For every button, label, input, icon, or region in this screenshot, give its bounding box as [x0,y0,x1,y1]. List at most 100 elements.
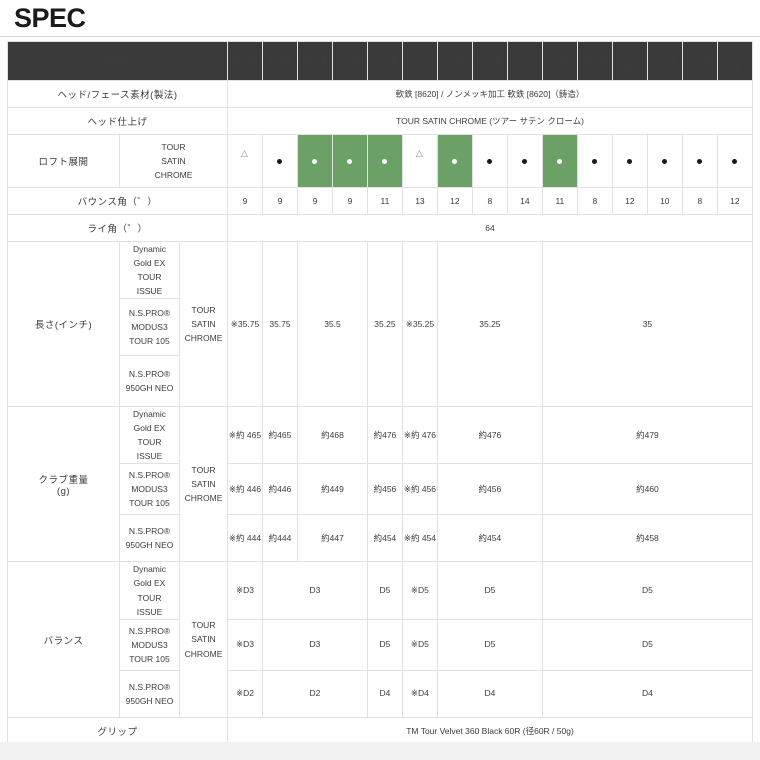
column-header: 56 LB [471,41,508,82]
balance-value: D3 [262,561,368,620]
shaft-line1: N.S.PRO® [128,308,171,319]
row-balance-shaft-2: N.S.PRO® MODUS3 TOUR 105 ※D3 D3 D5 ※D5 D… [8,618,754,671]
column-header: 54 HB [401,41,438,82]
cell-grip-value: TM Tour Velvet 360 Black 60R (径60R / 50g… [227,716,753,745]
cell-finish-value: TOUR SATIN CHROME (ツアー サテン クローム) [227,107,753,136]
shaft-line3: TOUR 105 [129,498,170,509]
loft-cell-56sb [436,134,473,189]
column-header-line1: 56 SB [442,56,467,67]
finish-line1: TOUR [191,620,216,631]
bounce-value: 9 [262,187,298,216]
column-header-line1: 58 LB [583,56,607,67]
column-header-line1: 58 SB [547,56,572,67]
loft-cell-56lb [471,134,508,189]
column-header-line1: 60 LB [688,56,712,67]
bounce-value: 8 [576,187,613,216]
shaft-label-950gh: N.S.PRO® 950GH NEO [119,669,180,718]
shaft-line3: TOUR [137,437,162,448]
finish-line3: CHROME [184,493,223,504]
balance-value: D2 [262,669,368,718]
table-header: HEAD 46 SB 48 SB 50 SB 52 SB 54 SB 54 HB… [6,41,754,82]
dot-icon [697,159,703,165]
cell-material-value: 軟鉄 [8620] / ノンメッキ加工 軟鉄 [8620]（鋳造） [227,80,753,109]
balance-value: D5 [366,561,403,620]
loft-cell-46sb [227,134,263,189]
finish-line3: CHROME [154,170,193,181]
finish-line3: CHROME [184,333,223,344]
shaft-line2: 950GH NEO [125,695,174,706]
dot-icon [592,159,598,165]
shaft-label-950gh: N.S.PRO® 950GH NEO [119,355,180,408]
bounce-value: 12 [436,187,473,216]
column-header: 56 SB [436,41,473,82]
weight-value: 約476 [366,406,403,465]
weight-value: ※約 454 [401,514,438,563]
dot-icon [452,159,458,165]
bounce-value: 9 [227,187,263,216]
weight-value: 約449 [296,463,368,516]
dot-icon [382,159,388,165]
bounce-value: 9 [296,187,333,216]
shaft-line1: N.S.PRO® [128,681,171,692]
dot-icon [557,159,563,165]
shaft-line1: Dynamic [132,244,167,255]
balance-value: D4 [541,669,754,718]
shaft-line1: N.S.PRO® [128,625,171,636]
bounce-value: 12 [611,187,648,216]
row-label-material: ヘッド/フェース素材(製法) [6,80,229,109]
finish-line1: TOUR [191,305,216,316]
page-title: SPEC [14,3,86,33]
spec-table: HEAD 46 SB 48 SB 50 SB 52 SB 54 SB 54 HB… [6,41,754,745]
weight-value: ※約 476 [401,406,438,465]
balance-value: D5 [436,618,543,671]
shaft-line1: Dynamic [132,409,167,420]
length-value: ※35.25 [401,241,438,408]
bounce-value: 11 [541,187,578,216]
triangle-icon [241,149,248,164]
loft-cell-54hb [401,134,438,189]
row-label-grip: グリップ [6,716,229,745]
shaft-line2: Gold EX [133,258,166,269]
balance-value: ※D5 [401,618,438,671]
column-header-line1: 48 SB [267,56,293,67]
finish-line1: TOUR [191,465,216,476]
shaft-label-dg-ex: Dynamic Gold EX TOUR ISSUE [119,241,180,300]
balance-value: D4 [436,669,543,718]
loft-cell-52sb [331,134,368,189]
column-header: 56 HB [506,41,543,82]
row-label-balance: バランス [7,561,120,718]
header-head-label: HEAD [6,41,229,82]
shaft-line2: MODUS3 [131,484,168,495]
shaft-line4: ISSUE [136,451,163,462]
balance-value: D5 [541,618,754,671]
shaft-line3: TOUR [137,592,162,603]
column-header-line2: HB [413,61,427,72]
shaft-line2: 950GH NEO [125,383,174,394]
shaft-label-950gh: N.S.PRO® 950GH NEO [119,514,180,563]
column-header-line1: 54 [415,50,425,61]
length-value: 35 [541,241,754,408]
balance-value: ※D3 [227,561,263,620]
row-label-finish: ヘッド仕上げ [6,107,229,136]
cell-lie-value: 64 [227,214,753,243]
loft-cell-58hb [611,134,648,189]
balance-value: D5 [366,618,403,671]
shaft-line1: N.S.PRO® [128,526,171,537]
loft-cell-60lb [681,134,718,189]
column-header-line1: 60 SB [652,56,677,67]
weight-value: 約454 [366,514,403,563]
cell-length-finish: TOUR SATIN CHROME [178,241,229,408]
length-value: 35.75 [262,241,298,408]
dot-icon [662,159,668,165]
cell-balance-finish: TOUR SATIN CHROME [178,561,229,718]
bounce-value: 10 [646,187,683,216]
row-balance-shaft-1: バランス Dynamic Gold EX TOUR ISSUE TOUR SAT… [7,561,754,718]
row-label-length: 長さ(インチ) [7,241,120,408]
row-length-shaft-1: 長さ(インチ) Dynamic Gold EX TOUR ISSUE TOUR … [7,241,754,408]
balance-value: D5 [436,561,543,620]
column-header-line1: 60 [729,50,740,61]
column-header: 54 SB [366,41,403,82]
shaft-line1: Dynamic [132,564,167,575]
header-row: HEAD 46 SB 48 SB 50 SB 52 SB 54 SB 54 HB… [6,41,754,82]
row-balance-shaft-3: N.S.PRO® 950GH NEO ※D2 D2 D4 ※D4 D4 D4 [8,669,754,718]
